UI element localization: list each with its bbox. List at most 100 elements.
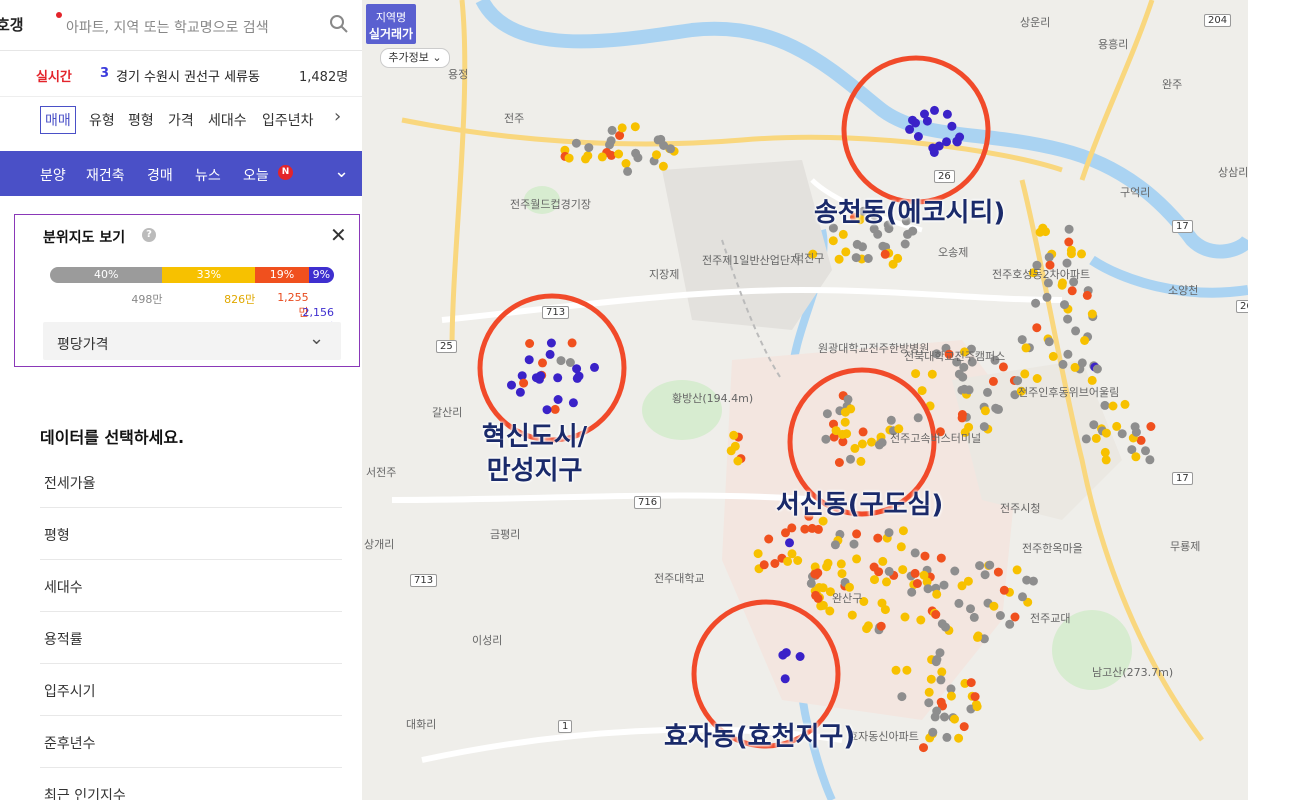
apartment-dot[interactable] — [1048, 351, 1058, 361]
apartment-dot[interactable] — [847, 610, 857, 620]
apartment-dot[interactable] — [545, 349, 555, 359]
apartment-dot[interactable] — [836, 559, 846, 569]
apartment-dot[interactable] — [1145, 455, 1155, 465]
apartment-dot[interactable] — [852, 529, 862, 539]
apartment-dot[interactable] — [874, 440, 884, 450]
apartment-dot[interactable] — [1021, 343, 1031, 353]
data-option[interactable]: 세대수 — [40, 559, 342, 612]
apartment-dot[interactable] — [1089, 420, 1099, 430]
apartment-dot[interactable] — [959, 722, 969, 732]
search-input[interactable]: 아파트, 지역 또는 학교명으로 검색 — [66, 17, 269, 37]
apartment-dot[interactable] — [897, 692, 907, 702]
apartment-dot[interactable] — [831, 426, 841, 436]
filter-type[interactable]: 유형 — [89, 110, 115, 130]
apartment-dot[interactable] — [1092, 364, 1102, 374]
apartment-dot[interactable] — [903, 229, 912, 239]
apartment-dot[interactable] — [1146, 422, 1156, 431]
apartment-dot[interactable] — [1005, 619, 1015, 629]
apartment-dot[interactable] — [830, 540, 840, 550]
apartment-dot[interactable] — [995, 611, 1005, 620]
apartment-dot[interactable] — [954, 598, 964, 608]
apartment-dot[interactable] — [837, 569, 847, 579]
apartment-dot[interactable] — [1101, 428, 1111, 438]
apartment-dot[interactable] — [932, 655, 942, 664]
apartment-dot[interactable] — [932, 706, 942, 716]
apartment-dot[interactable] — [1058, 359, 1068, 369]
apartment-dot[interactable] — [878, 556, 888, 566]
apartment-dot[interactable] — [941, 622, 950, 632]
apartment-dot[interactable] — [936, 553, 946, 563]
apartment-dot[interactable] — [970, 692, 980, 702]
apartment-dot[interactable] — [1112, 421, 1122, 431]
apartment-dot[interactable] — [911, 369, 921, 379]
apartment-dot[interactable] — [542, 405, 552, 415]
apartment-dot[interactable] — [1081, 434, 1091, 444]
apartment-dot[interactable] — [1131, 452, 1141, 462]
apartment-dot[interactable] — [863, 254, 873, 263]
apartment-dot[interactable] — [910, 568, 920, 578]
apartment-dot[interactable] — [1035, 227, 1045, 237]
filter-price[interactable]: 가격 — [168, 110, 194, 130]
apartment-dot[interactable] — [975, 561, 985, 571]
apartment-dot[interactable] — [1060, 300, 1069, 310]
apartment-dot[interactable] — [778, 650, 788, 660]
region-price-button[interactable]: 지역명 실거래가 — [366, 4, 416, 44]
search-icon[interactable] — [329, 14, 349, 34]
nav-auction[interactable]: 경매 — [147, 165, 173, 185]
apartment-dot[interactable] — [867, 437, 876, 447]
apartment-dot[interactable] — [515, 387, 525, 397]
apartment-dot[interactable] — [850, 443, 860, 453]
apartment-dot[interactable] — [1131, 427, 1141, 437]
apartment-dot[interactable] — [590, 362, 599, 372]
apartment-dot[interactable] — [1022, 575, 1032, 585]
apartment-dot[interactable] — [898, 526, 908, 536]
apartment-dot[interactable] — [884, 528, 894, 538]
apartment-dot[interactable] — [992, 404, 1002, 414]
apartment-dot[interactable] — [764, 534, 774, 544]
apartment-dot[interactable] — [863, 621, 873, 631]
apartment-dot[interactable] — [607, 125, 617, 135]
realtime-ranking[interactable]: 실시간 3 경기 수원시 권선구 세류동 1,482명 — [0, 50, 362, 97]
apartment-dot[interactable] — [846, 404, 856, 414]
apartment-dot[interactable] — [958, 372, 968, 382]
apartment-dot[interactable] — [822, 409, 832, 419]
apartment-dot[interactable] — [538, 358, 547, 368]
apartment-dot[interactable] — [821, 434, 831, 444]
apartment-dot[interactable] — [934, 141, 944, 151]
apartment-dot[interactable] — [930, 105, 939, 115]
apartment-dot[interactable] — [807, 523, 817, 533]
apartment-dot[interactable] — [1117, 429, 1127, 439]
apartment-dot[interactable] — [524, 355, 534, 365]
apartment-dot[interactable] — [873, 533, 883, 543]
map-canvas[interactable] — [362, 0, 1248, 800]
apartment-dot[interactable] — [834, 254, 844, 264]
apartment-dot[interactable] — [874, 567, 884, 577]
apartment-dot[interactable] — [841, 247, 851, 257]
apartment-dot[interactable] — [979, 422, 989, 432]
apartment-dot[interactable] — [838, 229, 848, 239]
apartment-dot[interactable] — [1044, 337, 1054, 347]
apartment-dot[interactable] — [787, 549, 797, 559]
apartment-dot[interactable] — [597, 152, 607, 162]
apartment-dot[interactable] — [882, 577, 891, 587]
apartment-dot[interactable] — [1066, 245, 1076, 255]
nav-today[interactable]: 오늘 — [243, 165, 269, 185]
apartment-dot[interactable] — [729, 430, 739, 440]
apartment-dot[interactable] — [834, 458, 844, 467]
apartment-dot[interactable] — [924, 687, 934, 697]
apartment-dot[interactable] — [973, 632, 982, 642]
apartment-dot[interactable] — [1020, 369, 1030, 379]
apartment-dot[interactable] — [924, 698, 934, 708]
apartment-dot[interactable] — [1032, 323, 1042, 333]
apartment-dot[interactable] — [959, 384, 969, 394]
apartment-dot[interactable] — [957, 581, 967, 591]
filter-households[interactable]: 세대수 — [208, 110, 247, 130]
apartment-dot[interactable] — [932, 589, 942, 599]
apartment-dot[interactable] — [937, 667, 947, 677]
apartment-dot[interactable] — [525, 339, 535, 348]
apartment-dot[interactable] — [858, 427, 868, 437]
apartment-dot[interactable] — [931, 610, 941, 619]
apartment-dot[interactable] — [896, 542, 906, 552]
apartment-dot[interactable] — [1120, 399, 1130, 409]
apartment-dot[interactable] — [917, 386, 927, 396]
